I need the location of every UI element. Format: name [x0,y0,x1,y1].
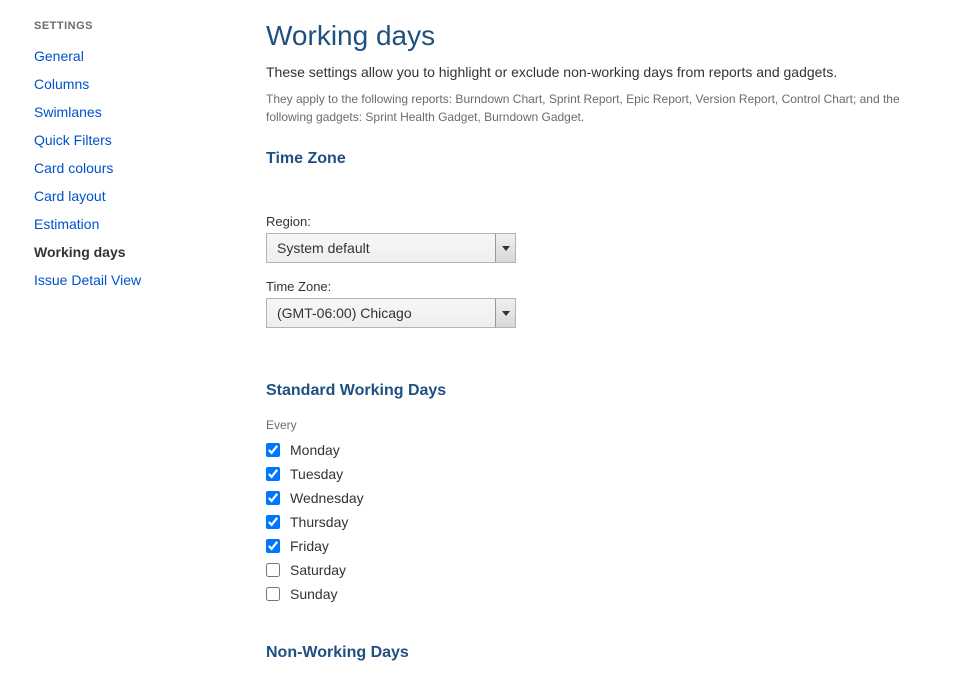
day-row-saturday: Saturday [266,558,946,582]
sidebar-item-card-colours[interactable]: Card colours [34,154,266,182]
sidebar-item-general[interactable]: General [34,42,266,70]
day-row-monday: Monday [266,438,946,462]
region-select-button[interactable] [495,234,515,262]
day-row-thursday: Thursday [266,510,946,534]
timezone-select-button[interactable] [495,299,515,327]
region-select[interactable]: System default [266,233,516,263]
timezone-heading: Time Zone [266,150,946,168]
sidebar-item-estimation[interactable]: Estimation [34,210,266,238]
region-select-value: System default [267,240,495,256]
timezone-label: Time Zone: [266,279,946,294]
day-label: Sunday [290,586,337,602]
day-label: Thursday [290,514,348,530]
day-row-friday: Friday [266,534,946,558]
settings-sidebar: SETTINGS GeneralColumnsSwimlanesQuick Fi… [34,20,266,680]
sidebar-item-swimlanes[interactable]: Swimlanes [34,98,266,126]
every-label: Every [266,418,946,432]
region-label: Region: [266,214,946,229]
sidebar-item-quick-filters[interactable]: Quick Filters [34,126,266,154]
day-label: Friday [290,538,329,554]
sidebar-item-working-days[interactable]: Working days [34,238,266,266]
chevron-down-icon [502,246,510,251]
day-checkbox-sunday[interactable] [266,587,280,601]
day-row-tuesday: Tuesday [266,462,946,486]
non-working-heading: Non-Working Days [266,644,946,662]
day-checkbox-saturday[interactable] [266,563,280,577]
day-checkbox-monday[interactable] [266,443,280,457]
page-title: Working days [266,20,946,52]
day-checkbox-wednesday[interactable] [266,491,280,505]
sidebar-item-issue-detail-view[interactable]: Issue Detail View [34,266,266,294]
day-label: Wednesday [290,490,364,506]
days-list: Monday Tuesday Wednesday Thursday Friday Satu… [266,438,946,606]
day-label: Tuesday [290,466,343,482]
sidebar-item-card-layout[interactable]: Card layout [34,182,266,210]
timezone-select[interactable]: (GMT-06:00) Chicago [266,298,516,328]
sidebar-item-columns[interactable]: Columns [34,70,266,98]
day-label: Saturday [290,562,346,578]
sidebar-heading: SETTINGS [34,20,266,32]
day-row-wednesday: Wednesday [266,486,946,510]
page-sub-description: They apply to the following reports: Bur… [266,90,946,126]
timezone-field: Time Zone: (GMT-06:00) Chicago [266,279,946,328]
working-days-heading: Standard Working Days [266,382,946,400]
day-checkbox-friday[interactable] [266,539,280,553]
page-description: These settings allow you to highlight or… [266,64,946,80]
chevron-down-icon [502,311,510,316]
day-row-sunday: Sunday [266,582,946,606]
main-content: Working days These settings allow you to… [266,20,946,680]
day-label: Monday [290,442,340,458]
day-checkbox-tuesday[interactable] [266,467,280,481]
sidebar-items: GeneralColumnsSwimlanesQuick FiltersCard… [34,42,266,294]
timezone-select-value: (GMT-06:00) Chicago [267,305,495,321]
day-checkbox-thursday[interactable] [266,515,280,529]
region-field: Region: System default [266,214,946,263]
